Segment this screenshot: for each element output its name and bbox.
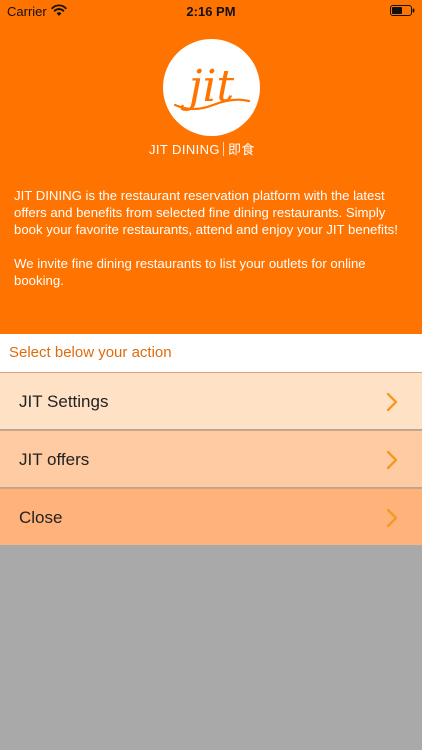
description-paragraph-2: We invite fine dining restaurants to lis… xyxy=(14,256,366,288)
status-bar: Carrier 2:16 PM xyxy=(0,0,422,22)
header: Carrier 2:16 PM jit JIT DINING 即食 JIT DIN… xyxy=(0,0,422,334)
chevron-right-icon xyxy=(386,450,398,470)
brand-chinese-text: 即食 xyxy=(227,142,255,157)
menu-item-jit-settings[interactable]: JIT Settings xyxy=(0,372,422,429)
brand-divider xyxy=(222,142,224,156)
menu-item-label: Close xyxy=(19,508,63,527)
menu-item-label: JIT Settings xyxy=(19,392,109,411)
jit-logo: jit xyxy=(163,39,260,136)
brand-name: JIT DINING 即食 xyxy=(149,139,273,158)
action-section-title: Select below your action xyxy=(0,334,422,372)
menu-item-close[interactable]: Close xyxy=(0,488,422,545)
chevron-right-icon xyxy=(386,392,398,412)
menu-item-jit-offers[interactable]: JIT offers xyxy=(0,430,422,487)
battery-icon xyxy=(390,5,415,16)
status-time: 2:16 PM xyxy=(186,4,236,19)
svg-text:jit: jit xyxy=(180,61,235,112)
brand-name-text: JIT DINING xyxy=(149,142,220,157)
description: JIT DINING is the restaurant reservation… xyxy=(14,187,408,306)
menu-item-label: JIT offers xyxy=(19,450,90,469)
description-paragraph-1: JIT DINING is the restaurant reservation… xyxy=(14,188,398,237)
chevron-right-icon xyxy=(386,508,398,528)
